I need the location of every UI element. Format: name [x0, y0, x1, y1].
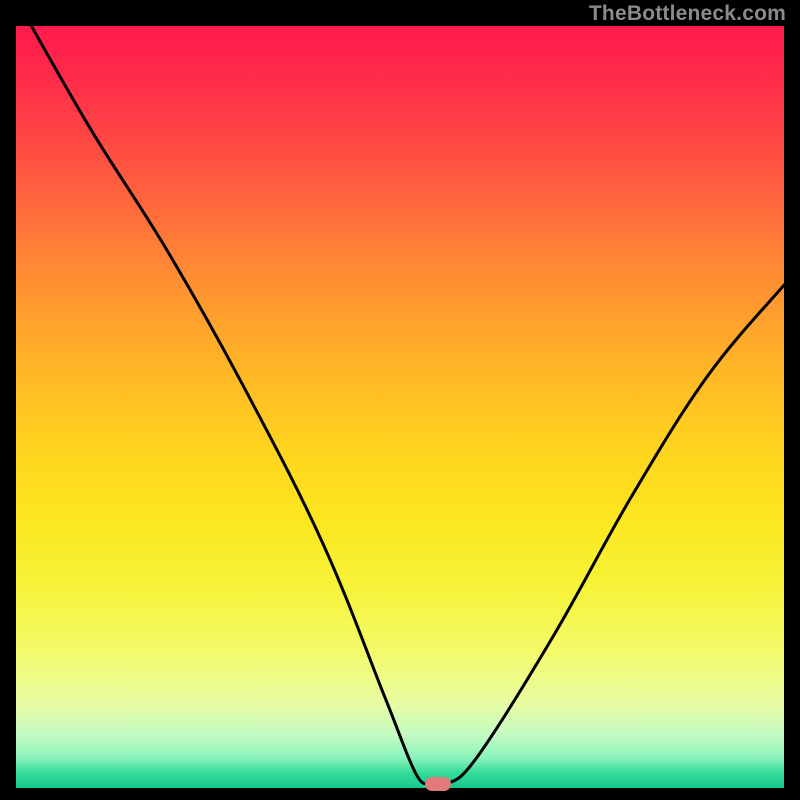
optimal-marker — [425, 777, 451, 791]
plot-area — [16, 26, 784, 788]
chart-frame: TheBottleneck.com — [0, 0, 800, 800]
curve-path — [31, 26, 784, 787]
watermark-text: TheBottleneck.com — [589, 2, 786, 26]
bottleneck-curve — [16, 26, 784, 788]
